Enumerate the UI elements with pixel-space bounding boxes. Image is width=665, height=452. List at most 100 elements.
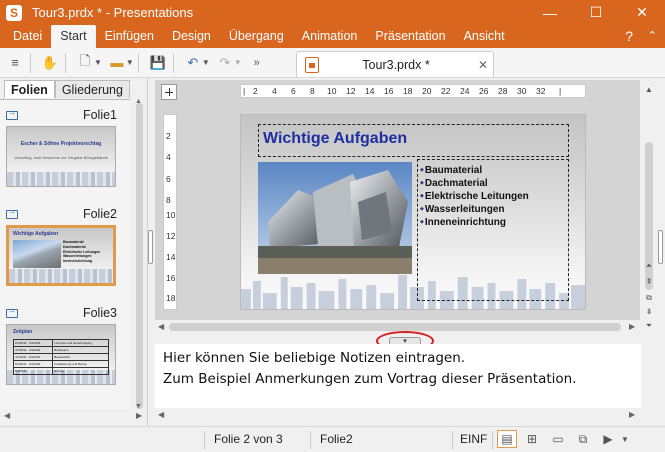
scrollbar-thumb[interactable] (169, 323, 621, 331)
notes-pane[interactable]: Hier können Sie beliebige Notizen eintra… (155, 344, 641, 408)
minimize-button[interactable]: — (527, 0, 573, 25)
notes-scrollbar[interactable]: ◀ ▶ (155, 408, 641, 424)
slide-title-placeholder[interactable]: Wichtige Aufgaben (258, 124, 569, 157)
slide-panel-hscroll[interactable]: ◀ ▶ (0, 409, 147, 426)
title-bar: S Tour3.prdx * - Presentations — ☐ ✕ (0, 0, 665, 25)
close-tab-icon[interactable]: ✕ (473, 58, 493, 72)
tab-gliederung[interactable]: Gliederung (54, 80, 130, 98)
slide-sorter-icon[interactable]: ⊞ (522, 430, 542, 448)
bullet-item[interactable]: Elektrische Leitungen (420, 190, 529, 203)
vertical-ruler[interactable]: 2 4 6 8 10 12 14 16 18 (163, 114, 177, 310)
thumbnail-title: Zeitplan (13, 329, 33, 335)
horizontal-ruler[interactable]: | 2 4 6 8 10 12 14 16 18 20 22 24 26 28 … (240, 84, 586, 98)
toolbar-separator (172, 52, 174, 73)
insert-mode[interactable]: EINF (460, 432, 487, 446)
slide-name: Folie2 (320, 432, 353, 446)
slideshow-icon[interactable]: ▶ (598, 430, 618, 448)
slide-thumbnail-selected[interactable]: Wichtige Aufgaben Baumaterial Dachmateri… (6, 225, 116, 286)
slide-title[interactable]: Wichtige Aufgaben (263, 130, 407, 148)
bullet-item[interactable]: Wasserleitungen (420, 203, 529, 216)
undo-dropdown-icon[interactable]: ▼ (202, 58, 210, 67)
master-view-icon[interactable]: ⧉ (573, 430, 593, 448)
open-dropdown-icon[interactable]: ▼ (126, 58, 134, 67)
bullet-item[interactable]: Dachmaterial (420, 177, 529, 190)
scroll-right-icon[interactable]: ▶ (629, 320, 635, 334)
maximize-button[interactable]: ☐ (573, 0, 619, 25)
menu-icon[interactable]: ≡ (4, 52, 26, 74)
hand-tool-icon[interactable]: ✋ (39, 52, 61, 74)
building-photo[interactable] (258, 162, 412, 274)
slide-thumbnail[interactable]: Zeitplan 2/1/2011 - 3/1/2011 Lizenzen und… (6, 324, 116, 385)
undo-icon[interactable]: ↶ (182, 52, 204, 74)
thumbnail-subtitle: Vorschlag Josh Newsome zur Vergabe Bürog… (14, 155, 108, 160)
editor-vertical-scrollbar[interactable]: ▲ ⏶ ⇞ ⧉ ⇟ ⏷ (641, 84, 657, 334)
left-splitter-handle[interactable] (148, 230, 153, 264)
next-page-icon[interactable]: ⇟ (643, 306, 655, 318)
toolbar-overflow-button[interactable]: » (246, 52, 268, 74)
document-tab-title: Tour3.prdx * (362, 57, 430, 72)
prev-page-icon[interactable]: ⇞ (643, 276, 655, 288)
bullet-item[interactable]: Baumaterial (420, 164, 529, 177)
window-title: Tour3.prdx * - Presentations (32, 5, 194, 20)
slide-transition-icon (6, 108, 18, 120)
bullet-item[interactable]: Inneneinrichtung (420, 216, 529, 229)
slideshow-dropdown-icon[interactable]: ▼ (618, 430, 632, 448)
slide-transition-icon (6, 306, 18, 318)
presentation-file-icon (305, 56, 319, 73)
menu-animation[interactable]: Animation (293, 25, 367, 48)
close-button[interactable]: ✕ (619, 0, 665, 25)
slide-thumbnail[interactable]: Escher & Söhne Projektvorschlag Vorschla… (6, 126, 116, 187)
scrollbar-thumb[interactable] (136, 103, 143, 409)
toolbar-separator (65, 52, 66, 73)
scroll-left-icon[interactable]: ◀ (158, 320, 164, 334)
slide-list: Folie1 Escher & Söhne Projektvorschlag V… (0, 99, 130, 409)
scroll-right-icon[interactable]: ▶ (136, 409, 142, 423)
ribbon-tabs: Datei Start Einfügen Design Übergang Ani… (0, 25, 665, 48)
redo-dropdown-icon[interactable]: ▼ (234, 58, 242, 67)
new-dropdown-icon[interactable]: ▼ (94, 58, 102, 67)
previous-slide-icon[interactable]: ⏶ (643, 260, 655, 272)
scroll-left-icon[interactable]: ◀ (4, 409, 10, 423)
tab-folien[interactable]: Folien (4, 80, 55, 98)
open-folder-icon[interactable]: ▬ (106, 52, 128, 74)
bullet-list[interactable]: Baumaterial Dachmaterial Elektrische Lei… (420, 164, 529, 229)
menu-einfuegen[interactable]: Einfügen (96, 25, 163, 48)
save-icon[interactable]: 💾 (147, 52, 169, 74)
current-slide[interactable]: Wichtige Aufgaben Baumaterial Dachmateri… (240, 114, 586, 310)
status-bar: Folie 2 von 3 Folie2 EINF ▤ ⊞ ▭ ⧉ ▶ ▼ (0, 426, 665, 452)
slide-view-icon[interactable]: ⧉ (643, 292, 655, 304)
toolbar-separator (137, 52, 139, 73)
menu-datei[interactable]: Datei (4, 25, 51, 48)
thumbnail-bullets: Baumaterial Dachmaterial Elektrische Lei… (63, 240, 101, 264)
menu-praesentation[interactable]: Präsentation (366, 25, 454, 48)
menu-uebergang[interactable]: Übergang (220, 25, 293, 48)
normal-view-icon[interactable]: ▤ (497, 430, 517, 448)
slide-item-2[interactable]: Folie2 Wichtige Aufgaben Baumaterial Dac… (6, 207, 119, 286)
thumbnail-title: Wichtige Aufgaben (13, 231, 59, 237)
thumbnail-title: Escher & Söhne Projektvorschlag (20, 141, 102, 147)
new-document-icon[interactable]: 🗋 (74, 52, 96, 74)
notes-line: Zum Beispiel Anmerkungen zum Vortrag die… (163, 371, 577, 387)
slide-panel-scrollbar[interactable]: ▲ ▼ (131, 98, 147, 410)
thumbnail-table: 2/1/2011 - 3/1/2011 Lizenzen und Genehmig… (12, 339, 109, 375)
collapse-ribbon-button[interactable]: ⌃ (648, 25, 657, 48)
document-tab[interactable]: Tour3.prdx * ✕ (296, 51, 494, 77)
right-splitter-handle[interactable] (658, 230, 663, 264)
menu-ansicht[interactable]: Ansicht (455, 25, 514, 48)
redo-icon[interactable]: ↷ (214, 52, 236, 74)
slide-item-3[interactable]: Folie3 Zeitplan 2/1/2011 - 3/1/2011Lizen… (6, 306, 119, 385)
scroll-up-icon[interactable]: ▲ (643, 84, 655, 96)
slide-position: Folie 2 von 3 (214, 432, 283, 446)
scroll-right-icon[interactable]: ▶ (629, 408, 635, 422)
app-icon[interactable]: S (6, 4, 22, 21)
next-slide-icon[interactable]: ⏷ (643, 320, 655, 332)
slide-item-1[interactable]: Folie1 Escher & Söhne Projektvorschlag V… (6, 108, 119, 187)
scroll-left-icon[interactable]: ◀ (158, 408, 164, 422)
slide-content-placeholder[interactable]: Baumaterial Dachmaterial Elektrische Lei… (417, 159, 569, 301)
ruler-corner-icon[interactable] (161, 84, 177, 100)
help-button[interactable]: ? (625, 25, 633, 48)
menu-start[interactable]: Start (51, 25, 96, 48)
menu-design[interactable]: Design (163, 25, 220, 48)
slide-panel: Folien Gliederung Folie1 Escher & Söhne … (0, 78, 148, 426)
notes-view-icon[interactable]: ▭ (548, 430, 568, 448)
